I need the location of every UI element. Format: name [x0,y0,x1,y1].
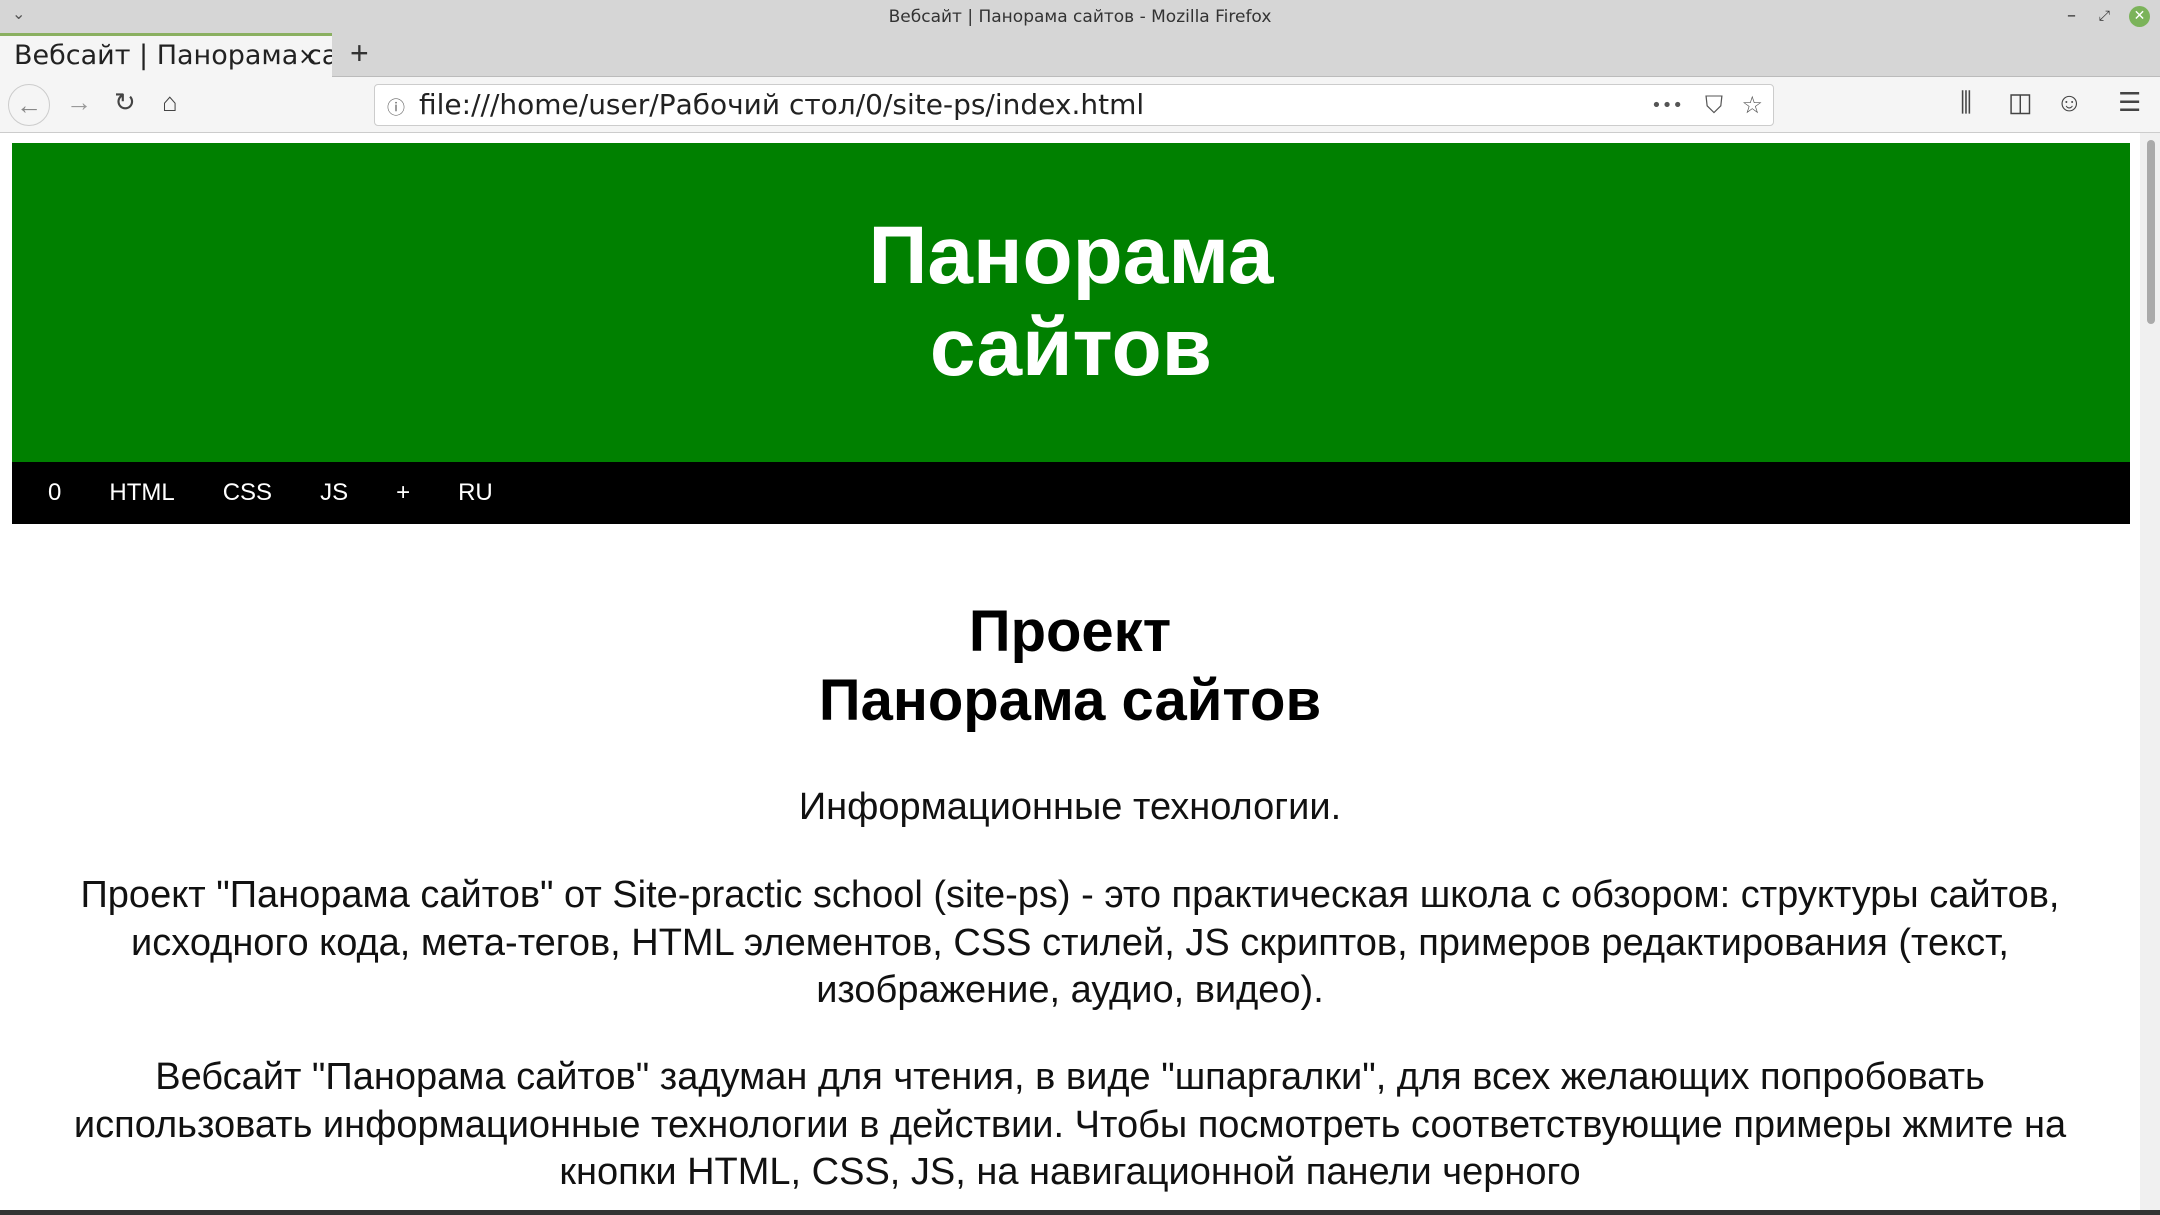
forward-button[interactable]: → [66,87,92,118]
home-button[interactable]: ⌂ [162,87,178,118]
bottom-edge [0,1210,2160,1215]
reload-button[interactable]: ↻ [114,87,136,118]
navigation-toolbar: ← → ↻ ⌂ ⓘ file:///home/user/Рабочий стол… [0,77,2160,133]
site-nav: 0 HTML CSS JS + RU [12,462,2130,524]
tab-close-icon[interactable]: × [298,42,318,70]
new-tab-button[interactable]: + [350,35,369,72]
sidebar-icon[interactable]: ◫ [2008,87,2033,118]
nav-item-plus[interactable]: + [372,479,434,507]
nav-item-0[interactable]: 0 [24,479,85,507]
window-title: Вебсайт | Панорама сайтов - Mozilla Fire… [888,7,1272,27]
nav-item-js[interactable]: JS [296,479,372,507]
heading-line2: Панорама сайтов [818,668,1322,733]
paragraph-intro: Проект "Панорама сайтов" от Site-practic… [80,874,2060,1011]
subtitle: Информационные технологии. [798,786,1342,828]
bookmark-star-icon[interactable]: ☆ [1741,91,1763,119]
url-text[interactable]: file:///home/user/Рабочий стол/0/site-ps… [419,88,1144,121]
site-title-line1: Панорама [868,210,1274,301]
scrollbar-thumb[interactable] [2147,140,2155,324]
nav-item-ru[interactable]: RU [434,479,517,507]
nav-item-css[interactable]: CSS [199,479,296,507]
maximize-icon[interactable]: ⤢ [2099,8,2110,24]
tab-active[interactable]: Вебсайт | Панорама сайтов × [0,33,332,78]
site-header: Панорама сайтов [12,143,2130,462]
page-heading: Проект Панорама сайтов [0,597,2140,735]
nav-item-html[interactable]: HTML [85,479,198,507]
pocket-icon[interactable]: ⛉ [1705,91,1723,119]
window-titlebar: ⌄ Вебсайт | Панорама сайтов - Mozilla Fi… [0,0,2160,33]
account-icon[interactable]: ☺ [2056,87,2083,118]
back-button[interactable]: ← [8,84,50,126]
tab-label: Вебсайт | Панорама сайтов [14,40,332,71]
page-actions-icon[interactable]: ••• [1651,95,1683,116]
web-page: Панорама сайтов 0 HTML CSS JS + RU Проек… [0,133,2140,1210]
url-bar[interactable]: ⓘ file:///home/user/Рабочий стол/0/site-… [374,84,1774,126]
minimize-icon[interactable]: – [2067,5,2076,26]
heading-line1: Проект [968,599,1172,664]
info-icon[interactable]: ⓘ [387,94,405,120]
library-icon[interactable]: ⫼ [1960,87,1972,119]
close-window-icon[interactable]: ✕ [2129,6,2150,27]
site-title-line2: сайтов [929,302,1213,393]
tab-bar: Вебсайт | Панорама сайтов × + [0,33,2160,78]
paragraph-purpose: Вебсайт "Панорама сайтов" задуман для чт… [73,1056,2067,1193]
menu-icon[interactable]: ☰ [2118,87,2141,118]
